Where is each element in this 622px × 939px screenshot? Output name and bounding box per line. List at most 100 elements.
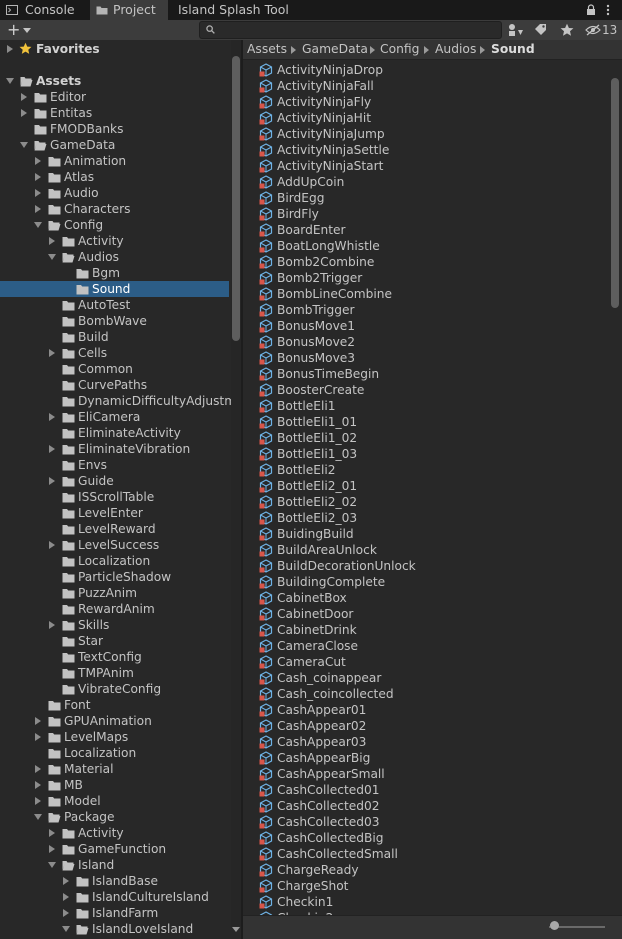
tree-item-levelmaps[interactable]: LevelMaps xyxy=(0,729,229,745)
folder-tree-scroll-thumb[interactable] xyxy=(232,56,240,341)
tab-project[interactable]: Project xyxy=(90,0,168,20)
expanded-arrow-icon[interactable] xyxy=(34,813,42,821)
tree-item-skills[interactable]: Skills xyxy=(0,617,229,633)
folder-tree-scrollbar[interactable] xyxy=(231,40,241,926)
breadcrumb-assets[interactable]: Assets xyxy=(247,40,287,59)
collapsed-arrow-icon[interactable] xyxy=(34,157,42,165)
tree-item-curvepaths[interactable]: CurvePaths xyxy=(0,377,229,393)
asset-list-scroll-thumb[interactable] xyxy=(611,78,619,308)
tree-item-activity[interactable]: Activity xyxy=(0,233,229,249)
tab-island-splash-tool[interactable]: Island Splash Tool xyxy=(170,0,300,20)
collapsed-arrow-icon[interactable] xyxy=(34,797,42,805)
tree-item-levelenter[interactable]: LevelEnter xyxy=(0,505,229,521)
scroll-down-arrow-icon[interactable] xyxy=(232,927,240,932)
tree-item-activity[interactable]: Activity xyxy=(0,825,229,841)
collapsed-arrow-icon[interactable] xyxy=(48,413,56,421)
tree-item-sound[interactable]: Sound xyxy=(0,281,229,297)
collapsed-arrow-icon[interactable] xyxy=(6,45,14,53)
collapsed-arrow-icon[interactable] xyxy=(62,909,70,917)
breadcrumb-config[interactable]: Config xyxy=(380,40,419,59)
collapsed-arrow-icon[interactable] xyxy=(62,893,70,901)
tree-item-audios[interactable]: Audios xyxy=(0,249,229,265)
tree-item-vibrateconfig[interactable]: VibrateConfig xyxy=(0,681,229,697)
expanded-arrow-icon[interactable] xyxy=(62,925,70,933)
tree-item-entitas[interactable]: Entitas xyxy=(0,105,229,121)
tree-item-particleshadow[interactable]: ParticleShadow xyxy=(0,569,229,585)
tree-item-config[interactable]: Config xyxy=(0,217,229,233)
collapsed-arrow-icon[interactable] xyxy=(20,109,28,117)
collapsed-arrow-icon[interactable] xyxy=(34,765,42,773)
collapsed-arrow-icon[interactable] xyxy=(34,717,42,725)
tree-item-mb[interactable]: MB xyxy=(0,777,229,793)
favorite-button[interactable] xyxy=(556,21,578,39)
tree-item-tmpanim[interactable]: TMPAnim xyxy=(0,665,229,681)
tree-item-fmodbanks[interactable]: FMODBanks xyxy=(0,121,229,137)
tree-item-editor[interactable]: Editor xyxy=(0,89,229,105)
hidden-packages-toggle[interactable]: 13 xyxy=(583,21,621,39)
tree-item-islandfarm[interactable]: IslandFarm xyxy=(0,905,229,921)
tree-item-eliminateactivity[interactable]: EliminateActivity xyxy=(0,425,229,441)
collapsed-arrow-icon[interactable] xyxy=(48,445,56,453)
collapsed-arrow-icon[interactable] xyxy=(48,621,56,629)
search-by-type-button[interactable] xyxy=(505,21,527,39)
tree-item-favorites[interactable]: Favorites xyxy=(0,41,229,57)
tree-item-envs[interactable]: Envs xyxy=(0,457,229,473)
tree-item-rewardanim[interactable]: RewardAnim xyxy=(0,601,229,617)
expanded-arrow-icon[interactable] xyxy=(6,77,14,85)
tree-item-islandloveisland[interactable]: IslandLoveIsland xyxy=(0,921,229,937)
tree-item-model[interactable]: Model xyxy=(0,793,229,809)
tree-item-islandbase[interactable]: IslandBase xyxy=(0,873,229,889)
search-by-label-button[interactable] xyxy=(530,21,552,39)
lock-icon[interactable] xyxy=(586,4,596,16)
tree-item-package[interactable]: Package xyxy=(0,809,229,825)
search-input[interactable] xyxy=(218,22,494,36)
more-menu-icon[interactable] xyxy=(606,4,610,16)
tree-item-levelreward[interactable]: LevelReward xyxy=(0,521,229,537)
tree-item-characters[interactable]: Characters xyxy=(0,201,229,217)
tree-item-common[interactable]: Common xyxy=(0,361,229,377)
tree-item-audio[interactable]: Audio xyxy=(0,185,229,201)
tree-item-atlas[interactable]: Atlas xyxy=(0,169,229,185)
breadcrumb-gamedata[interactable]: GameData xyxy=(302,40,368,59)
tree-item-gpuanimation[interactable]: GPUAnimation xyxy=(0,713,229,729)
tree-item-textconfig[interactable]: TextConfig xyxy=(0,649,229,665)
tree-item-localization[interactable]: Localization xyxy=(0,553,229,569)
search-field[interactable] xyxy=(199,21,502,39)
tree-item-gamedata[interactable]: GameData xyxy=(0,137,229,153)
tree-item-guide[interactable]: Guide xyxy=(0,473,229,489)
add-button[interactable]: + xyxy=(4,20,34,40)
tree-item-bgm[interactable]: Bgm xyxy=(0,265,229,281)
tree-item-star[interactable]: Star xyxy=(0,633,229,649)
tree-item-animation[interactable]: Animation xyxy=(0,153,229,169)
expanded-arrow-icon[interactable] xyxy=(48,253,56,261)
collapsed-arrow-icon[interactable] xyxy=(34,781,42,789)
expanded-arrow-icon[interactable] xyxy=(48,861,56,869)
expanded-arrow-icon[interactable] xyxy=(34,221,42,229)
tree-item-cells[interactable]: Cells xyxy=(0,345,229,361)
tree-item-gamefunction[interactable]: GameFunction xyxy=(0,841,229,857)
tree-item-islandcultureisland[interactable]: IslandCultureIsland xyxy=(0,889,229,905)
collapsed-arrow-icon[interactable] xyxy=(48,845,56,853)
expanded-arrow-icon[interactable] xyxy=(20,141,28,149)
breadcrumb-sound[interactable]: Sound xyxy=(491,40,535,59)
tree-item-eliminatevibration[interactable]: EliminateVibration xyxy=(0,441,229,457)
collapsed-arrow-icon[interactable] xyxy=(34,173,42,181)
collapsed-arrow-icon[interactable] xyxy=(48,477,56,485)
tree-item-puzzanim[interactable]: PuzzAnim xyxy=(0,585,229,601)
collapsed-arrow-icon[interactable] xyxy=(20,93,28,101)
collapsed-arrow-icon[interactable] xyxy=(48,829,56,837)
asset-list-scrollbar[interactable] xyxy=(610,60,620,914)
icon-size-slider-handle[interactable] xyxy=(550,921,559,930)
tree-item-assets[interactable]: Assets xyxy=(0,73,229,89)
tab-console[interactable]: Console xyxy=(0,0,88,20)
tree-item-font[interactable]: Font xyxy=(0,697,229,713)
tree-item-levelsuccess[interactable]: LevelSuccess xyxy=(0,537,229,553)
tree-item-bombwave[interactable]: BombWave xyxy=(0,313,229,329)
tree-item-autotest[interactable]: AutoTest xyxy=(0,297,229,313)
tree-item-material[interactable]: Material xyxy=(0,761,229,777)
tree-item-localization[interactable]: Localization xyxy=(0,745,229,761)
tree-item-build[interactable]: Build xyxy=(0,329,229,345)
tree-item-island[interactable]: Island xyxy=(0,857,229,873)
tree-item-dynamicdifficultyadjustme[interactable]: DynamicDifficultyAdjustme xyxy=(0,393,241,409)
breadcrumb-audios[interactable]: Audios xyxy=(435,40,476,59)
